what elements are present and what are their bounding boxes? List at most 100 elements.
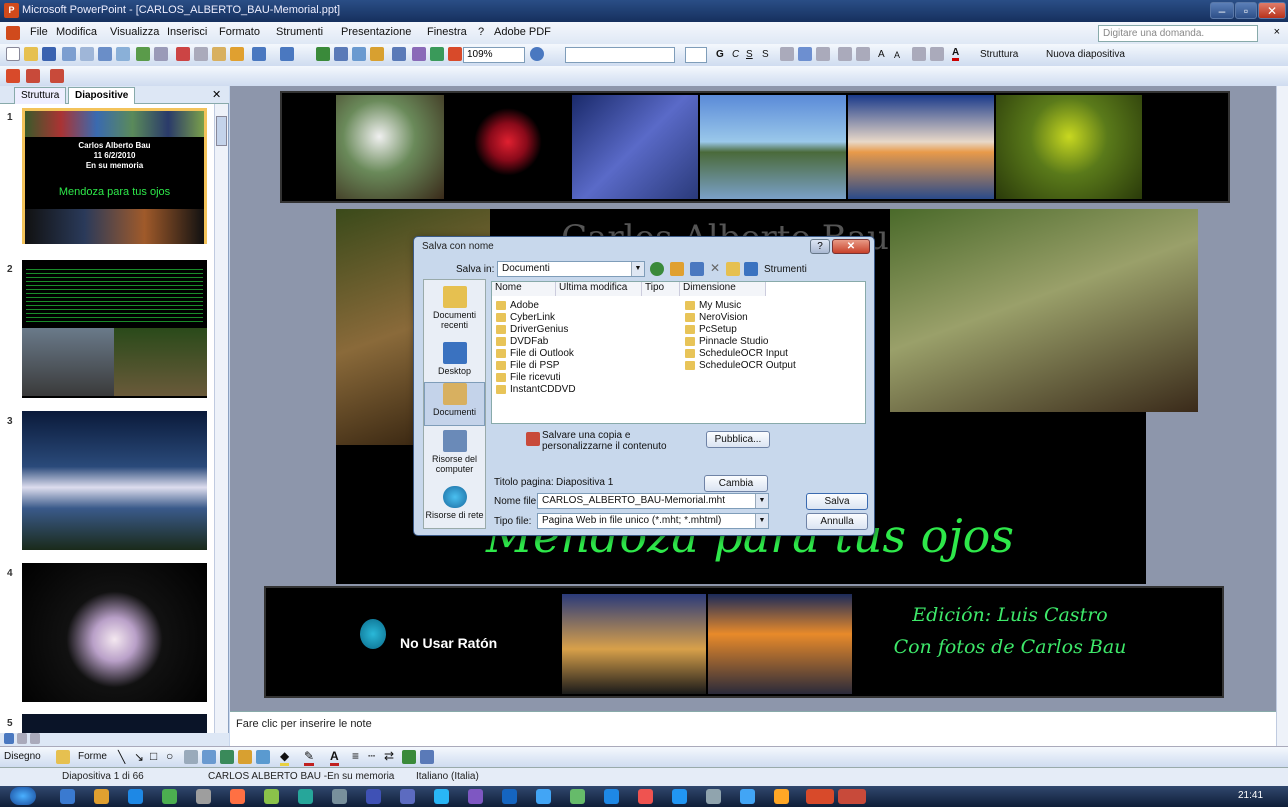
menu-presentazione[interactable]: Presentazione (341, 26, 411, 38)
formatting-icon[interactable] (412, 47, 426, 61)
oval-icon[interactable]: ○ (166, 749, 173, 763)
clipart-icon[interactable] (238, 750, 252, 764)
increase-indent-icon[interactable] (930, 47, 944, 61)
folder-item[interactable]: ScheduleOCR Input (685, 348, 788, 359)
column-header[interactable]: Ultima modifica (556, 282, 642, 296)
expand-all-icon[interactable] (392, 47, 406, 61)
column-header[interactable]: Tipo (642, 282, 680, 296)
help-icon[interactable] (530, 47, 544, 61)
format-painter-icon[interactable] (230, 47, 244, 61)
3d-style-icon[interactable] (420, 750, 434, 764)
taskbar-app-icon[interactable] (298, 789, 313, 804)
align-center-icon[interactable] (798, 47, 812, 61)
tools-menu[interactable]: Strumenti (764, 264, 807, 275)
color-grayscale-icon[interactable] (448, 47, 462, 61)
underline-icon[interactable]: S (746, 49, 753, 60)
minimize-button[interactable]: – (1210, 2, 1234, 19)
font-color-icon[interactable]: A (952, 47, 960, 61)
cut-icon[interactable] (176, 47, 190, 61)
bullets-icon[interactable] (856, 47, 870, 61)
taskbar-app-icon[interactable] (230, 789, 245, 804)
align-left-icon[interactable] (780, 47, 794, 61)
preview-icon[interactable] (116, 47, 130, 61)
grid-icon[interactable] (430, 47, 444, 61)
taskbar-app-icon[interactable] (604, 789, 619, 804)
line-icon[interactable]: ╲ (118, 750, 125, 764)
folder-item[interactable]: File di PSP (496, 360, 559, 371)
menu-modifica[interactable]: Modifica (56, 26, 97, 38)
insert-table-icon[interactable] (334, 47, 348, 61)
font-name-select[interactable] (565, 47, 675, 63)
email-icon[interactable] (80, 47, 94, 61)
cancel-button[interactable]: Annulla (806, 513, 868, 530)
taskbar-app-icon[interactable] (400, 789, 415, 804)
dialog-close-button[interactable]: ✕ (832, 239, 870, 254)
taskbar-app-icon[interactable] (774, 789, 789, 804)
menu-file[interactable]: File (30, 26, 48, 38)
undo-icon[interactable] (252, 47, 266, 61)
place-computer[interactable]: Risorse del computer (424, 430, 485, 474)
folder-item[interactable]: Pinnacle Studio (685, 336, 769, 347)
taskbar-app-icon[interactable] (706, 789, 721, 804)
slides-scrollbar[interactable] (214, 104, 228, 744)
menu-strumenti[interactable]: Strumenti (276, 26, 323, 38)
taskbar-app-icon[interactable] (264, 789, 279, 804)
up-folder-icon[interactable] (670, 262, 684, 276)
place-documents[interactable]: Documenti (424, 382, 485, 426)
font-size-select[interactable] (685, 47, 707, 63)
taskbar-app-icon[interactable] (128, 789, 143, 804)
taskbar-app-icon[interactable] (536, 789, 551, 804)
folder-item[interactable]: CyberLink (496, 312, 555, 323)
disegno-menu[interactable]: Disegno (4, 751, 41, 762)
filetype-select[interactable]: Pagina Web in file unico (*.mht; *.mhtml… (537, 513, 769, 529)
decrease-indent-icon[interactable] (912, 47, 926, 61)
menu-inserisci[interactable]: Inserisci (167, 26, 207, 38)
select-objects-icon[interactable] (56, 750, 70, 764)
folder-item[interactable]: PcSetup (685, 324, 737, 335)
menu-formato[interactable]: Formato (219, 26, 260, 38)
new-folder-icon[interactable] (726, 262, 740, 276)
slide-thumbnail-2[interactable] (22, 260, 207, 398)
rectangle-icon[interactable]: □ (150, 749, 157, 763)
pdf-review-icon[interactable] (50, 69, 64, 83)
column-header[interactable]: Dimensione (680, 282, 766, 296)
change-title-button[interactable]: Cambia titolo... (704, 475, 768, 504)
align-right-icon[interactable] (816, 47, 830, 61)
views-icon[interactable] (744, 262, 758, 276)
italic-icon[interactable]: C (732, 49, 739, 60)
research-icon[interactable] (154, 47, 168, 61)
place-network[interactable]: Risorse di rete (424, 486, 485, 520)
taskbar-app-icon[interactable] (570, 789, 585, 804)
close-button[interactable]: ✕ (1258, 2, 1286, 19)
document-icon[interactable] (6, 26, 20, 40)
folder-item[interactable]: File di Outlook (496, 348, 574, 359)
taskbar-app-icon[interactable] (672, 789, 687, 804)
menu-finestra[interactable]: Finestra (427, 26, 467, 38)
back-icon[interactable] (650, 262, 664, 276)
delete-icon[interactable]: ✕ (710, 261, 720, 275)
line-style-icon[interactable]: ≡ (352, 749, 359, 763)
slide-thumbnail-3[interactable] (22, 411, 207, 550)
save-icon[interactable] (42, 47, 56, 61)
taskbar-app-icon[interactable] (366, 789, 381, 804)
paste-icon[interactable] (212, 47, 226, 61)
folder-item[interactable]: ScheduleOCR Output (685, 360, 796, 371)
convert-to-pdf-icon[interactable] (6, 69, 20, 83)
menu-adobe-pdf[interactable]: Adobe PDF (494, 26, 551, 38)
chevron-down-icon[interactable]: ▼ (755, 514, 768, 528)
copy-icon[interactable] (194, 47, 208, 61)
shadow-style-icon[interactable] (402, 750, 416, 764)
taskbar-app-icon[interactable] (94, 789, 109, 804)
wordart-icon[interactable] (202, 750, 216, 764)
notes-pane[interactable]: Fare clic per inserire le note (230, 711, 1276, 746)
zoom-select[interactable]: 109% (463, 47, 525, 63)
place-desktop[interactable]: Desktop (424, 342, 485, 376)
scroll-thumb[interactable] (216, 116, 227, 146)
taskbar-app-icon[interactable] (638, 789, 653, 804)
start-button[interactable] (10, 787, 36, 805)
permission-icon[interactable] (62, 47, 76, 61)
restore-button[interactable]: ▫ (1235, 2, 1257, 19)
taskbar-app-icon[interactable] (502, 789, 517, 804)
forme-menu[interactable]: Forme (78, 751, 107, 762)
search-web-icon[interactable] (690, 262, 704, 276)
